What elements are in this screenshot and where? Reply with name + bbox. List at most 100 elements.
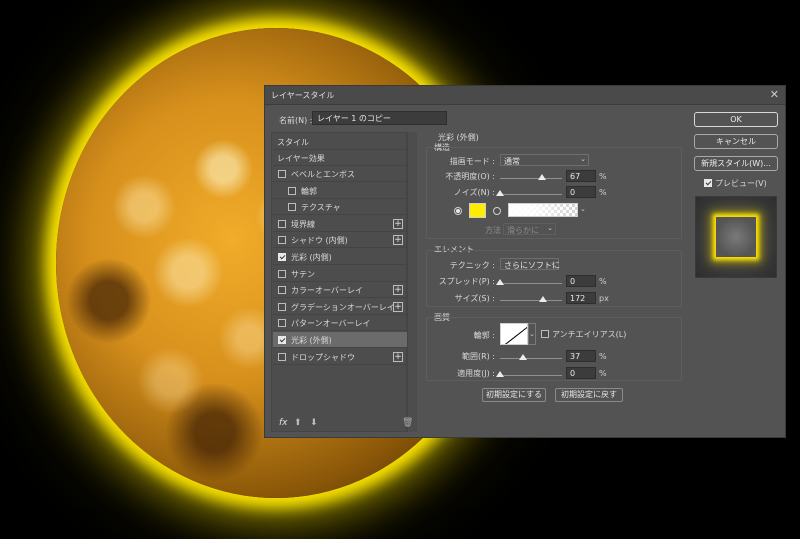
style-list: スタイル レイヤー効果 ベベルとエンボス 輪郭 テクスチャ 境界線 + シャドウ (内側)… (271, 132, 407, 432)
spread-slider-thumb[interactable] (496, 279, 504, 285)
method-dropdown[interactable]: 滑らかに ⌄ (503, 223, 556, 235)
technique-label: テクニック : (449, 261, 495, 270)
range-slider[interactable] (500, 354, 562, 360)
style-list-item[interactable]: パターンオーバーレイ (273, 315, 407, 332)
style-list-item[interactable]: 光彩 (外側) (273, 332, 407, 348)
spread-slider[interactable] (496, 279, 562, 285)
cancel-button[interactable]: キャンセル (694, 134, 778, 149)
reset-default-button[interactable]: 初期設定に戻す (555, 388, 623, 402)
new-style-button[interactable]: 新規スタイル(W)... (694, 156, 778, 171)
spread-label: スプレッド(P) : (438, 277, 495, 286)
style-item-checkbox[interactable] (278, 302, 286, 311)
size-slider-thumb[interactable] (538, 296, 547, 302)
style-item-checkbox[interactable] (278, 319, 286, 328)
chevron-down-icon: ⌄ (580, 155, 586, 163)
style-list-item[interactable]: 輪郭 (273, 183, 407, 199)
style-item-checkbox[interactable] (278, 170, 286, 178)
move-down-icon[interactable]: ⬇ (310, 418, 318, 428)
preview-checkbox[interactable] (704, 179, 712, 187)
jitter-input[interactable]: 0 (566, 367, 596, 379)
style-preview-thumbnail (695, 196, 777, 278)
contour-dropdown[interactable]: ⌄ (528, 323, 536, 345)
style-item-label: テクスチャ (301, 203, 341, 213)
style-item-checkbox[interactable] (278, 352, 286, 361)
close-icon[interactable]: ✕ (770, 88, 779, 101)
size-slider[interactable] (500, 296, 562, 302)
method-value: 滑らかに (507, 226, 539, 235)
style-item-label: サテン (291, 269, 315, 279)
add-effect-plus-icon[interactable]: + (393, 235, 403, 246)
make-default-button[interactable]: 初期設定にする (482, 388, 546, 402)
dialog-titlebar[interactable]: レイヤースタイル ✕ (265, 86, 785, 105)
style-list-item[interactable]: カラーオーバーレイ + (273, 282, 407, 299)
style-item-label: カラーオーバーレイ (291, 286, 363, 296)
style-item-label: 光彩 (内側) (291, 253, 332, 262)
style-list-item[interactable]: ドロップシャドウ + (273, 349, 407, 365)
name-field[interactable]: レイヤー 1 のコピー (312, 111, 447, 125)
style-item-checkbox[interactable] (278, 336, 286, 344)
add-effect-plus-icon[interactable]: + (393, 351, 403, 362)
style-item-checkbox[interactable] (288, 186, 296, 195)
move-up-icon[interactable]: ⬆ (294, 418, 302, 428)
add-effect-plus-icon[interactable]: + (393, 301, 403, 312)
style-item-checkbox[interactable] (278, 219, 286, 228)
blend-mode-dropdown[interactable]: 通常 ⌄ (500, 154, 589, 166)
style-list-item[interactable]: 境界線 + (273, 216, 407, 232)
style-list-item[interactable]: サテン (273, 266, 407, 282)
trash-icon[interactable]: 🗑 (402, 418, 413, 428)
style-list-item[interactable]: 光彩 (内側) (273, 249, 407, 265)
noise-slider-thumb[interactable] (496, 190, 504, 196)
dialog-title: レイヤースタイル (271, 91, 335, 100)
noise-input[interactable]: 0 (566, 186, 596, 198)
style-list-item[interactable]: テクスチャ (273, 199, 407, 216)
elements-group: テクニック : さらにソフトに ⌄ スプレッド(P) : 0 % サイズ(S) :… (426, 250, 682, 307)
range-slider-thumb[interactable] (518, 354, 527, 360)
fx-icon[interactable]: fx (279, 418, 288, 428)
style-item-checkbox[interactable] (278, 253, 286, 261)
jitter-slider-thumb[interactable] (496, 371, 504, 377)
style-list-item[interactable]: ベベルとエンボス (273, 166, 407, 182)
jitter-slider[interactable] (496, 371, 562, 377)
blend-mode-label: 描画モード : (449, 157, 495, 166)
size-label: サイズ(S) : (454, 294, 495, 303)
style-item-label: 境界線 (291, 219, 315, 229)
quality-group: 輪郭 : ⌄ アンチエイリアス(L) 範囲(R) : 37 % 適用度(J) :… (426, 317, 682, 381)
opacity-slider[interactable] (500, 174, 562, 180)
style-list-header-effects[interactable]: レイヤー効果 (273, 150, 407, 166)
glow-color-swatch[interactable] (469, 203, 486, 218)
antialias-label: アンチエイリアス(L) (552, 330, 627, 339)
range-unit: % (599, 352, 607, 361)
ok-button[interactable]: OK (694, 112, 778, 127)
spread-input[interactable]: 0 (566, 275, 596, 287)
style-item-label: グラデーションオーバーレイ (291, 302, 395, 312)
chevron-down-icon[interactable]: ⌄ (580, 205, 586, 213)
style-list-scrollbar[interactable] (407, 132, 417, 432)
style-item-checkbox[interactable] (278, 269, 286, 278)
size-input[interactable]: 172 (566, 292, 596, 304)
style-list-item[interactable]: グラデーションオーバーレイ + (273, 299, 407, 315)
solid-color-radio[interactable] (454, 207, 462, 215)
gradient-radio[interactable] (493, 207, 501, 215)
add-effect-plus-icon[interactable]: + (393, 285, 403, 296)
style-list-header-styles[interactable]: スタイル (273, 134, 407, 150)
range-input[interactable]: 37 (566, 350, 596, 362)
glow-gradient-picker[interactable] (508, 203, 578, 217)
style-list-item[interactable]: シャドウ (内側) + (273, 232, 407, 249)
jitter-label: 適用度(J) : (457, 369, 495, 378)
antialias-checkbox[interactable] (541, 330, 549, 338)
outer-glow-panel: 光彩 (外側) 構造 描画モード : 通常 ⌄ 不透明度(O) : 67 % ノイ… (424, 132, 686, 432)
contour-preview[interactable] (500, 323, 528, 345)
preview-square (716, 217, 756, 257)
style-item-checkbox[interactable] (278, 286, 286, 295)
add-effect-plus-icon[interactable]: + (393, 218, 403, 229)
contour-label: 輪郭 : (473, 331, 495, 340)
structure-group: 描画モード : 通常 ⌄ 不透明度(O) : 67 % ノイズ(N) : 0 % … (426, 147, 682, 239)
style-item-checkbox[interactable] (278, 236, 286, 245)
blend-mode-value: 通常 (504, 157, 520, 166)
opacity-input[interactable]: 67 (566, 170, 596, 182)
noise-slider[interactable] (496, 190, 562, 196)
style-item-checkbox[interactable] (288, 203, 296, 212)
technique-dropdown[interactable]: さらにソフトに ⌄ (500, 258, 560, 270)
list-header-label: レイヤー効果 (277, 154, 325, 163)
opacity-slider-thumb[interactable] (537, 174, 546, 180)
